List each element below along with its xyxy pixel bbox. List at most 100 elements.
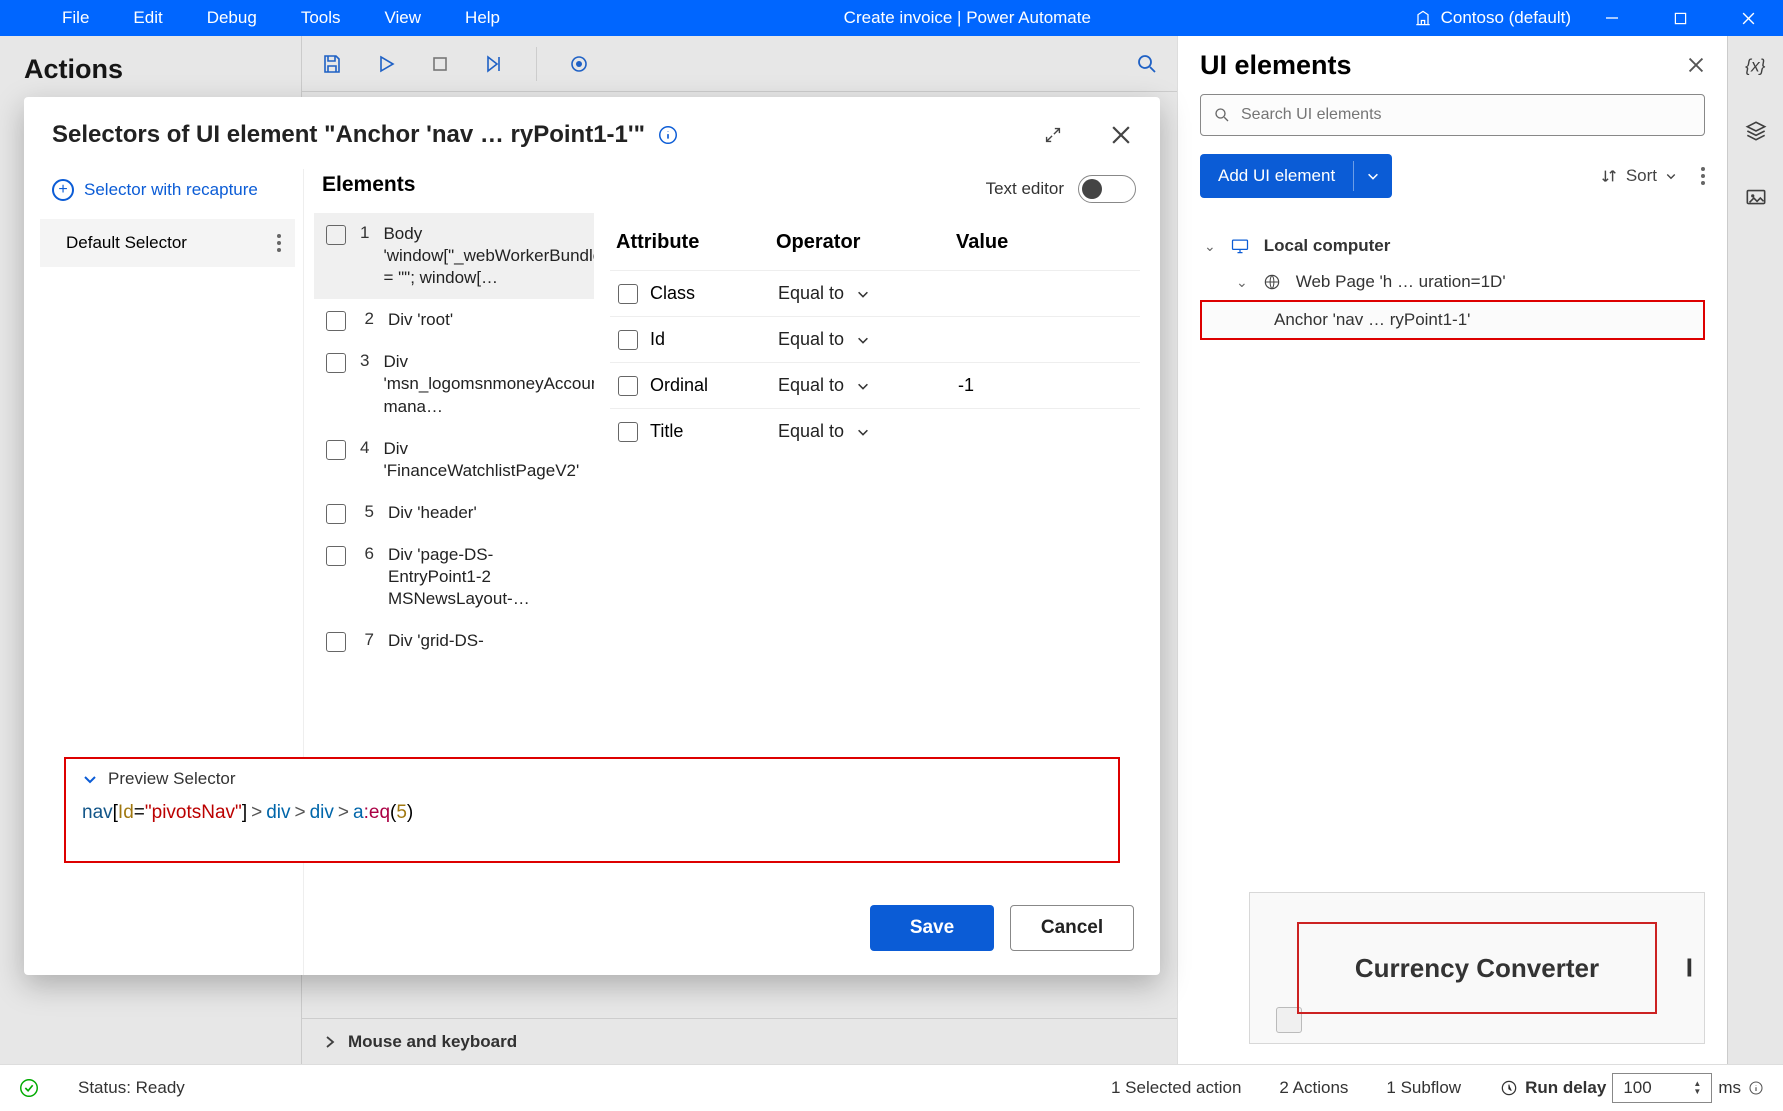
attr-value[interactable] — [950, 409, 1140, 455]
save-icon[interactable] — [320, 52, 344, 76]
elements-heading: Elements — [322, 173, 415, 197]
checkbox[interactable] — [326, 440, 346, 460]
element-row[interactable]: 7 Div 'grid-DS- — [314, 620, 594, 662]
attributes-table: Attribute Operator Value Class Equal to … — [610, 221, 1140, 454]
maximize-icon — [1674, 12, 1687, 25]
checkbox[interactable] — [618, 376, 638, 396]
attr-name: Title — [650, 421, 683, 442]
menu-view[interactable]: View — [363, 8, 444, 28]
window-minimize[interactable] — [1585, 0, 1639, 36]
plus-icon: + — [52, 179, 74, 201]
right-rail: {x} — [1727, 36, 1783, 1064]
default-selector-label: Default Selector — [66, 233, 187, 253]
search-icon[interactable] — [1135, 52, 1159, 76]
modal-title: Selectors of UI element "Anchor 'nav … r… — [52, 121, 645, 149]
checkbox[interactable] — [618, 284, 638, 304]
col-value: Value — [950, 221, 1140, 271]
attr-row[interactable]: Ordinal Equal to -1 — [610, 363, 1140, 409]
modal-close[interactable] — [1110, 124, 1132, 146]
attr-value[interactable] — [950, 317, 1140, 363]
element-row[interactable]: 2 Div 'root' — [314, 299, 594, 341]
selector-code: nav[Id="pivotsNav"]>div>div>a:eq(5) — [82, 801, 1102, 824]
tree-web-page[interactable]: ⌄ Web Page 'h … uration=1D' — [1200, 264, 1705, 300]
menu-help[interactable]: Help — [443, 8, 522, 28]
run-delay-unit: ms — [1718, 1078, 1741, 1098]
tree-local-computer[interactable]: ⌄ Local computer — [1200, 228, 1705, 264]
operator-select[interactable]: Equal to — [778, 283, 942, 304]
more-menu[interactable] — [1701, 167, 1705, 185]
element-row[interactable]: 6 Div 'page-DS-EntryPoint1-2 MSNewsLayou… — [314, 534, 594, 620]
window-close[interactable] — [1721, 0, 1775, 36]
attr-value[interactable] — [950, 271, 1140, 317]
attr-value[interactable]: -1 — [950, 363, 1140, 409]
element-row[interactable]: 1 Body 'window["_webWorkerBundle"] = "";… — [314, 213, 594, 299]
element-row[interactable]: 5 Div 'header' — [314, 492, 594, 534]
selector-recapture-label: Selector with recapture — [84, 180, 258, 200]
checkbox[interactable] — [618, 422, 638, 442]
info-icon[interactable] — [657, 124, 679, 146]
text-editor-toggle[interactable] — [1078, 175, 1136, 203]
chevron-down-icon — [856, 287, 870, 301]
checkbox[interactable] — [326, 546, 346, 566]
add-ui-element-menu[interactable] — [1354, 169, 1392, 183]
operator-value: Equal to — [778, 421, 844, 442]
flow-toolbar — [302, 36, 1177, 92]
sort-button[interactable]: Sort — [1600, 166, 1677, 186]
checkbox[interactable] — [326, 225, 346, 245]
chevron-down-icon[interactable] — [82, 771, 98, 787]
ui-elements-heading: UI elements — [1200, 50, 1352, 81]
status-actions: 2 Actions — [1279, 1078, 1348, 1098]
selector-recapture-button[interactable]: + Selector with recapture — [40, 169, 303, 219]
attr-row[interactable]: Title Equal to — [610, 409, 1140, 455]
titlebar: File Edit Debug Tools View Help Create i… — [0, 0, 1783, 36]
tree-anchor-selected[interactable]: Anchor 'nav … ryPoint1-1' — [1200, 300, 1705, 340]
operator-select[interactable]: Equal to — [778, 421, 942, 442]
element-label: Div 'header' — [388, 502, 582, 524]
search-ui-elements[interactable] — [1200, 94, 1705, 136]
menu-debug[interactable]: Debug — [185, 8, 279, 28]
element-row[interactable]: 4 Div 'FinanceWatchlistPageV2' — [314, 428, 594, 492]
window-maximize[interactable] — [1653, 0, 1707, 36]
menu-tools[interactable]: Tools — [279, 8, 363, 28]
element-row[interactable]: 3 Div 'msn_logomsnmoneyAccount mana… — [314, 341, 594, 427]
add-ui-element-button[interactable]: Add UI element — [1200, 154, 1392, 198]
search-input[interactable] — [1241, 106, 1692, 124]
chevron-down-icon — [1366, 169, 1380, 183]
step-icon[interactable] — [482, 52, 506, 76]
ui-elements-icon[interactable] — [1743, 118, 1769, 144]
stop-icon[interactable] — [428, 52, 452, 76]
org-selector[interactable]: Contoso (default) — [1413, 8, 1571, 28]
menu-edit[interactable]: Edit — [111, 8, 184, 28]
expand-icon[interactable] — [1042, 124, 1064, 146]
cancel-button[interactable]: Cancel — [1010, 905, 1134, 951]
operator-select[interactable]: Equal to — [778, 375, 942, 396]
chevron-down-icon — [856, 379, 870, 393]
selector-item-menu[interactable] — [277, 234, 281, 252]
menu-file[interactable]: File — [40, 8, 111, 28]
attr-row[interactable]: Class Equal to — [610, 271, 1140, 317]
checkbox[interactable] — [326, 504, 346, 524]
run-delay-input[interactable]: 100 ▲▼ — [1612, 1073, 1712, 1103]
element-label: Body 'window["_webWorkerBundle"] = ""; w… — [383, 223, 594, 289]
save-button[interactable]: Save — [870, 905, 994, 951]
operator-select[interactable]: Equal to — [778, 329, 942, 350]
mouse-keyboard-section[interactable]: Mouse and keyboard — [302, 1018, 1177, 1064]
selectors-modal: Selectors of UI element "Anchor 'nav … r… — [24, 97, 1160, 975]
variables-icon[interactable]: {x} — [1743, 52, 1769, 78]
checkbox[interactable] — [326, 311, 346, 331]
checkbox[interactable] — [326, 632, 346, 652]
computer-icon — [1230, 236, 1250, 256]
checkbox[interactable] — [326, 353, 346, 373]
checkbox[interactable] — [618, 330, 638, 350]
info-icon[interactable] — [1747, 1079, 1765, 1097]
record-icon[interactable] — [567, 52, 591, 76]
images-icon[interactable] — [1743, 184, 1769, 210]
panel-close[interactable] — [1687, 56, 1705, 74]
attr-row[interactable]: Id Equal to — [610, 317, 1140, 363]
tree-root-label: Local computer — [1264, 236, 1391, 256]
tree-page-label: Web Page 'h … uration=1D' — [1296, 272, 1506, 292]
run-icon[interactable] — [374, 52, 398, 76]
col-operator: Operator — [770, 221, 950, 271]
operator-value: Equal to — [778, 375, 844, 396]
default-selector-item[interactable]: Default Selector — [40, 219, 295, 267]
